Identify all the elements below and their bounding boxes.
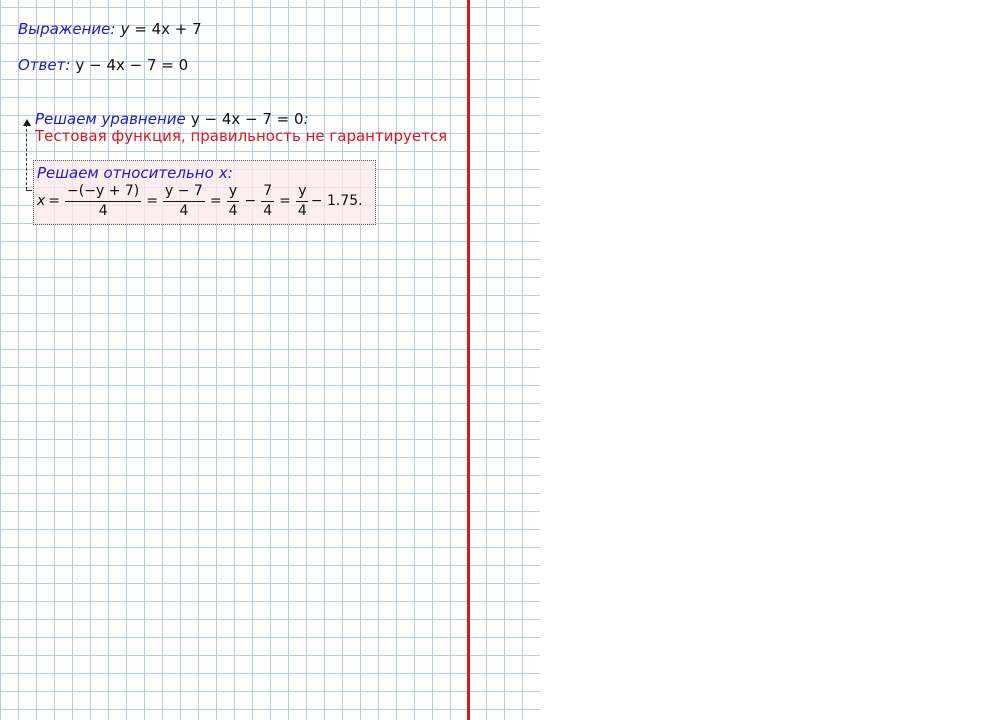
fraction-2-numerator: y − 7: [163, 183, 205, 202]
solve-equation-row: Решаем уравнение y − 4x − 7 = 0:: [35, 109, 309, 128]
solution-label: Решаем относительно: [37, 164, 214, 182]
answer-label: Ответ:: [18, 56, 71, 74]
formula-lhs: x: [37, 193, 46, 209]
fraction-4: 7 4: [261, 183, 275, 220]
fraction-1-close: ): [133, 182, 140, 199]
solution-formula[interactable]: x = −(−y + 7) 4 = y − 7 4 = y 4 − 7 4 = …: [37, 181, 363, 221]
fraction-3-denominator: 4: [228, 202, 238, 219]
fraction-1-denominator: 4: [98, 202, 108, 219]
solution-panel: Решаем относительно x: x = −(−y + 7) 4 =…: [33, 160, 376, 225]
fraction-1-open: −(: [67, 182, 85, 199]
graph-paper-background: [0, 0, 540, 720]
fraction-5-numerator: y: [296, 183, 309, 202]
solution-variable: x: [218, 164, 228, 182]
warning-text: Тестовая функция, правильность не гарант…: [35, 127, 448, 145]
fraction-1: −(−y + 7) 4: [65, 182, 142, 220]
solve-equation[interactable]: y − 4x − 7 = 0: [191, 110, 304, 128]
red-margin-line: [467, 0, 470, 720]
equals-sign: =: [48, 193, 61, 209]
expression-rhs: 4x + 7: [151, 20, 202, 38]
equals-sign: =: [279, 193, 291, 209]
answer-row: Ответ: y − 4x − 7 = 0: [18, 55, 188, 74]
formula-tail: − 1.75.: [310, 193, 363, 209]
minus-sign: −: [244, 193, 257, 209]
solve-colon: :: [303, 110, 309, 128]
fraction-1-inner: −y + 7: [84, 182, 134, 199]
solution-title: Решаем относительно x:: [37, 163, 233, 182]
fraction-3: y 4: [226, 183, 240, 220]
fraction-2: y − 7 4: [163, 183, 205, 220]
expression-lhs: y: [120, 20, 130, 38]
collapse-connector: [26, 124, 28, 190]
expression-label: Выражение:: [18, 20, 116, 38]
collapse-connector-tail: [26, 190, 32, 192]
solve-label: Решаем уравнение: [35, 110, 186, 128]
equals-sign: =: [146, 193, 158, 209]
fraction-2-denominator: 4: [179, 202, 189, 219]
equals-sign: =: [209, 193, 222, 209]
expression-eq: =: [134, 20, 147, 38]
solution-colon: :: [227, 164, 233, 182]
fraction-5-denominator: 4: [297, 202, 307, 219]
expression-row: Выражение: y = 4x + 7: [18, 19, 202, 38]
fraction-5: y 4: [296, 183, 309, 220]
fraction-3-numerator: y: [226, 183, 240, 202]
fraction-4-denominator: 4: [263, 202, 273, 219]
expression-formula[interactable]: y = 4x + 7: [121, 20, 202, 38]
answer-formula[interactable]: y − 4x − 7 = 0: [76, 56, 189, 74]
fraction-4-numerator: 7: [261, 183, 275, 202]
fraction-1-numerator: −(−y + 7): [65, 182, 142, 202]
